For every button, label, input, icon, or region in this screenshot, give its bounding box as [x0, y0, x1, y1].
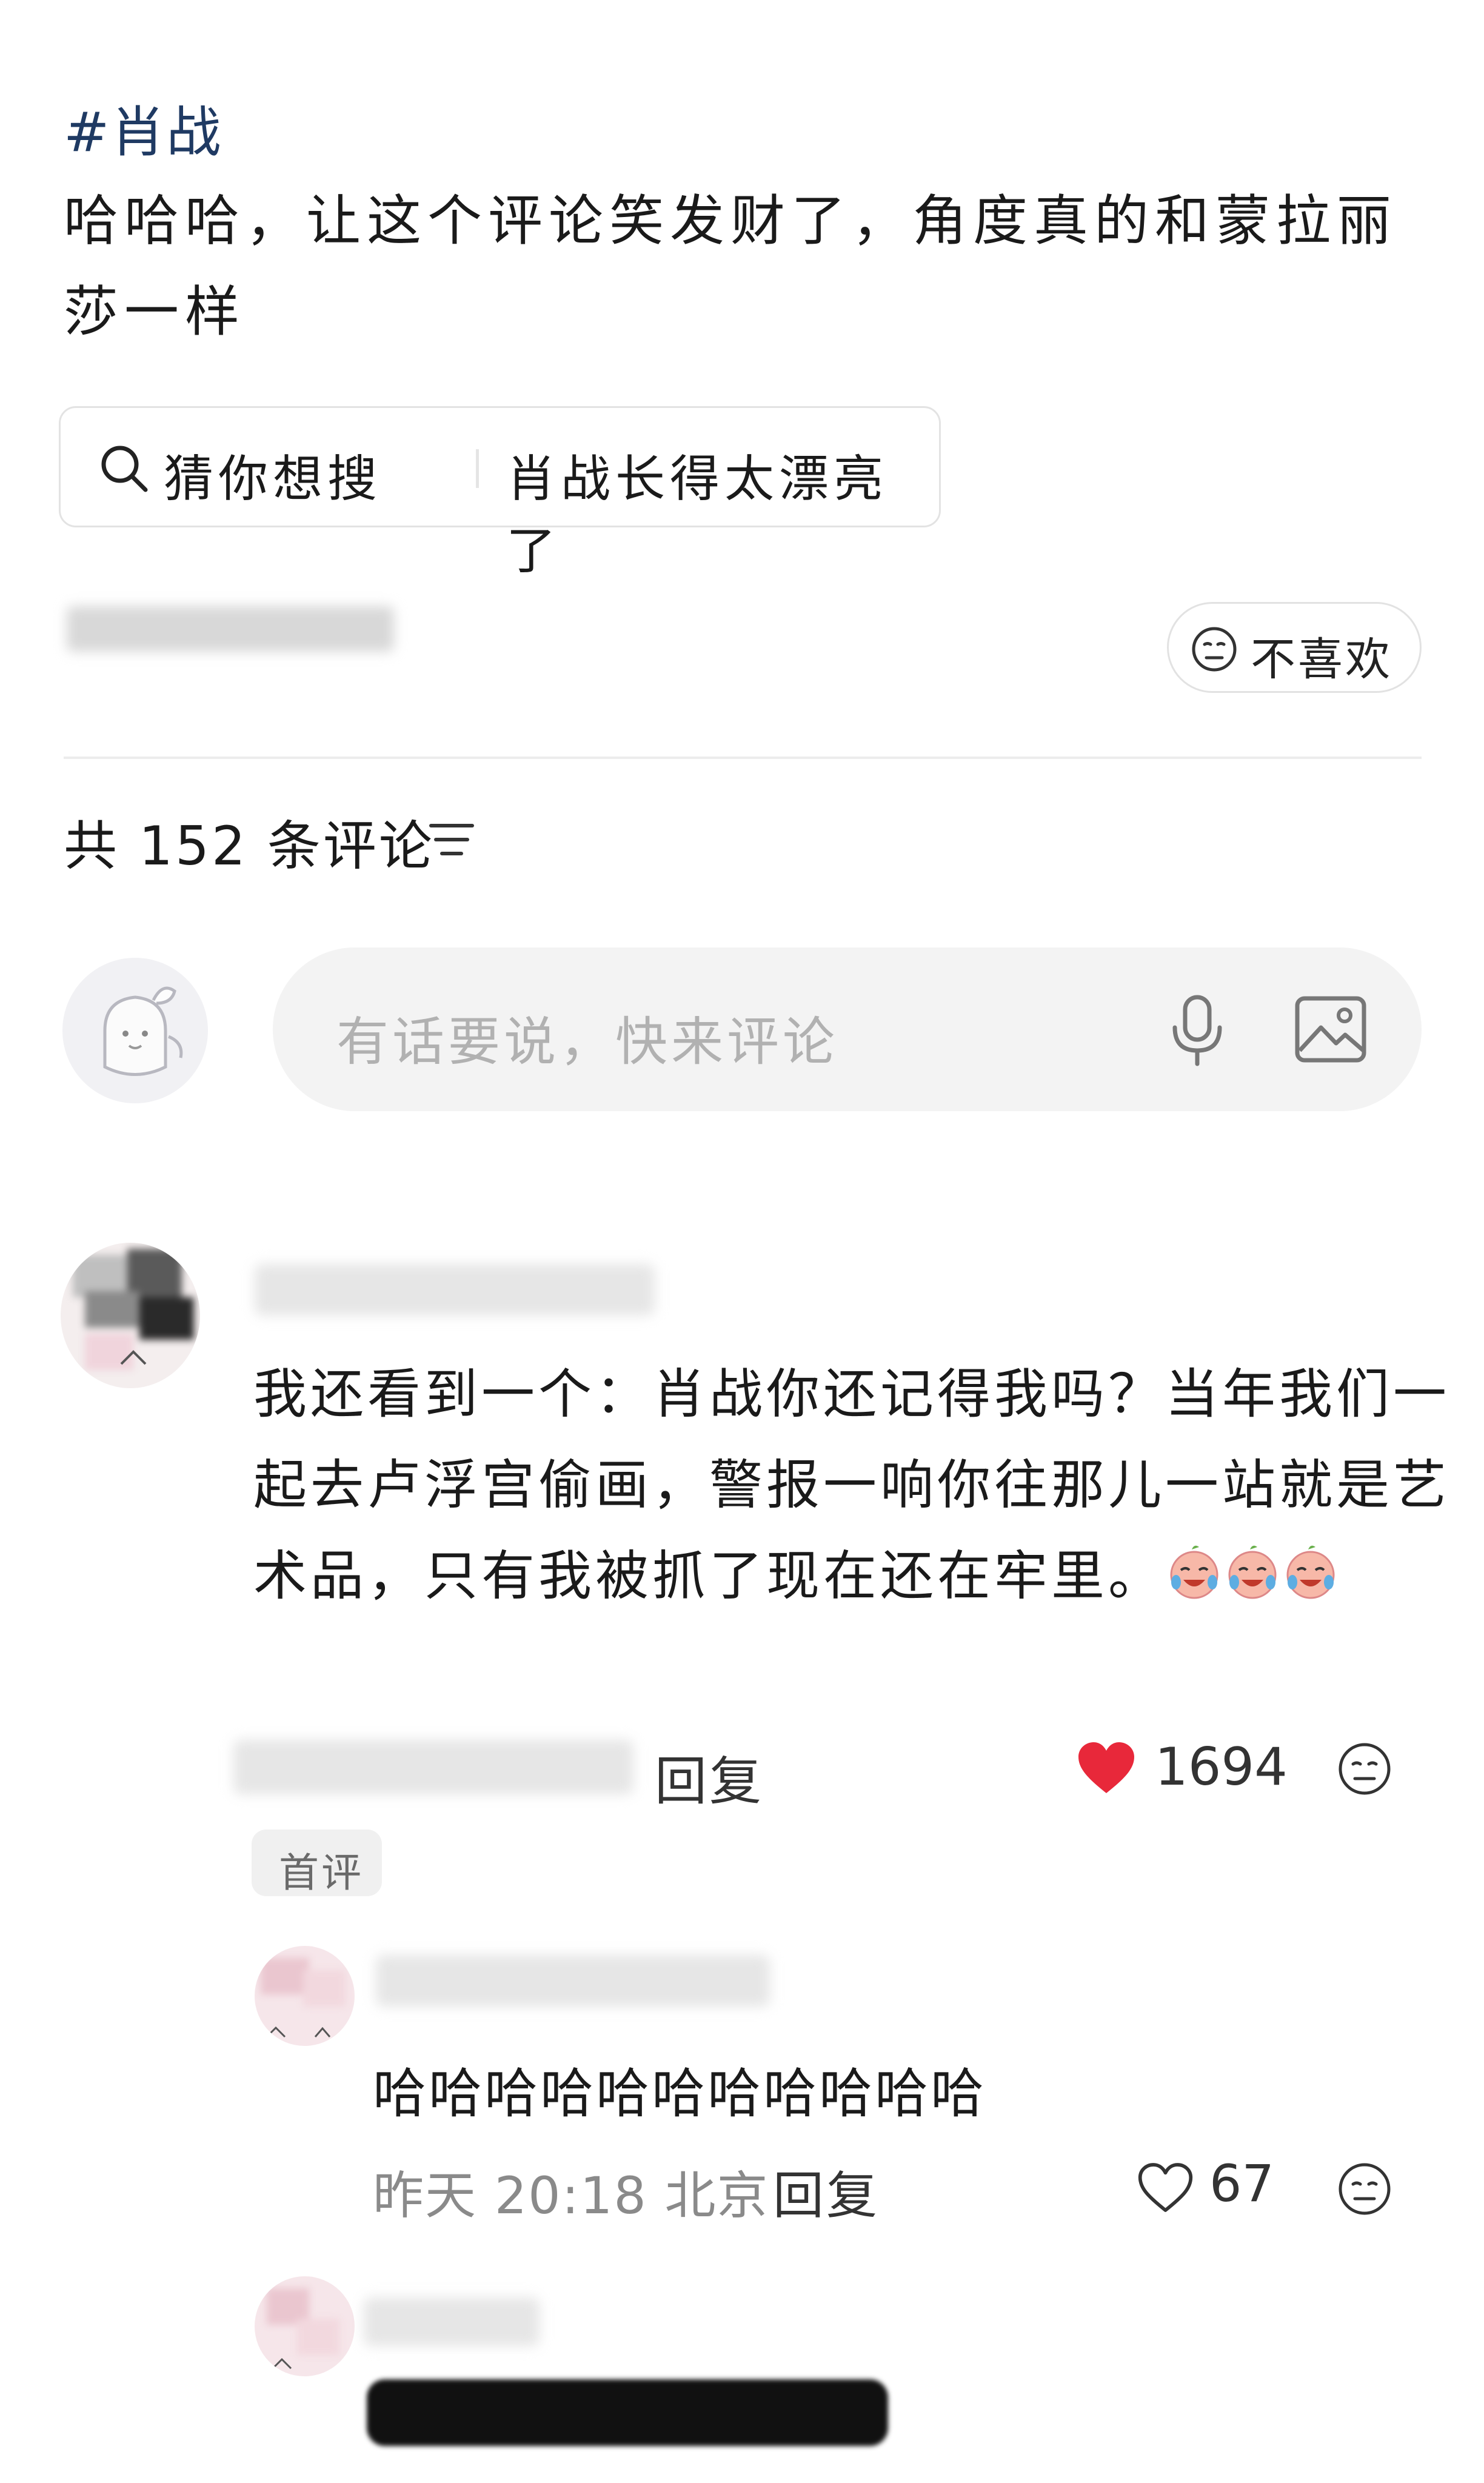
dislike-button[interactable]: 不喜欢	[1167, 602, 1422, 693]
comment-input-placeholder: 有话要说，快来评论	[336, 1012, 838, 1072]
comment-input[interactable]: 有话要说，快来评论	[273, 947, 1422, 1111]
post-meta-blurred	[67, 606, 394, 652]
default-avatar-icon	[103, 986, 183, 1076]
meh-face-icon[interactable]	[1337, 2161, 1392, 2217]
blurred-avatar-image	[255, 2276, 355, 2376]
heart-outline-icon[interactable]	[1137, 2161, 1194, 2214]
guess-search-box[interactable]: 猜你想搜 肖战长得太漂亮了	[59, 406, 941, 580]
comment-text: 我还看到一个：肖战你还记得我吗？当年我们一起去卢浮宫偷画，警报一响你往那儿一站就…	[253, 1363, 1451, 1607]
reply-button[interactable]: 回复	[773, 2155, 880, 2228]
divider	[476, 449, 479, 488]
search-icon	[101, 446, 148, 492]
avatar[interactable]	[62, 958, 208, 1103]
username-blurred[interactable]	[376, 1955, 770, 2007]
laugh-cry-emoji	[1228, 1545, 1277, 1599]
section-divider	[64, 757, 1422, 759]
comment-meta-blurred	[233, 1740, 633, 1794]
dislike-label: 不喜欢	[1251, 633, 1392, 686]
like-count: 67	[1209, 2154, 1274, 2213]
guess-search-query[interactable]: 肖战长得太漂亮了	[506, 438, 939, 583]
image-icon[interactable]	[1291, 990, 1370, 1069]
reply-text: 哈哈哈哈哈哈哈哈哈哈哈	[373, 2062, 987, 2125]
avatar[interactable]	[255, 2276, 355, 2376]
microphone-icon[interactable]	[1158, 990, 1237, 1069]
comment-count: 共 152 条评论	[64, 815, 435, 877]
meh-face-icon[interactable]	[1337, 1741, 1392, 1797]
like-count: 1694	[1155, 1737, 1288, 1797]
sort-icon[interactable]	[427, 818, 476, 861]
blurred-avatar-image	[61, 1243, 200, 1388]
first-comment-badge: 首评	[252, 1830, 382, 1896]
username-blurred[interactable]	[364, 2298, 540, 2346]
avatar[interactable]	[61, 1243, 200, 1388]
guess-search-label: 猜你想搜	[164, 450, 383, 508]
post-hashtag[interactable]: #肖战	[64, 88, 222, 167]
avatar[interactable]	[255, 1946, 355, 2046]
post-text: 哈哈哈，让这个评论笑发财了，角度真的和蒙拉丽莎一样	[64, 189, 1397, 344]
redacted-text	[367, 2379, 888, 2446]
laugh-cry-emoji	[1286, 1545, 1335, 1599]
reply-meta: 昨天 20:18 北京	[373, 2166, 769, 2225]
dislike-face-icon	[1192, 627, 1237, 672]
laugh-cry-emoji	[1170, 1545, 1218, 1599]
blurred-avatar-image	[255, 1946, 355, 2046]
heart-filled-icon[interactable]	[1076, 1741, 1137, 1796]
reply-button[interactable]: 回复	[655, 1739, 764, 1814]
username-blurred[interactable]	[255, 1264, 655, 1315]
